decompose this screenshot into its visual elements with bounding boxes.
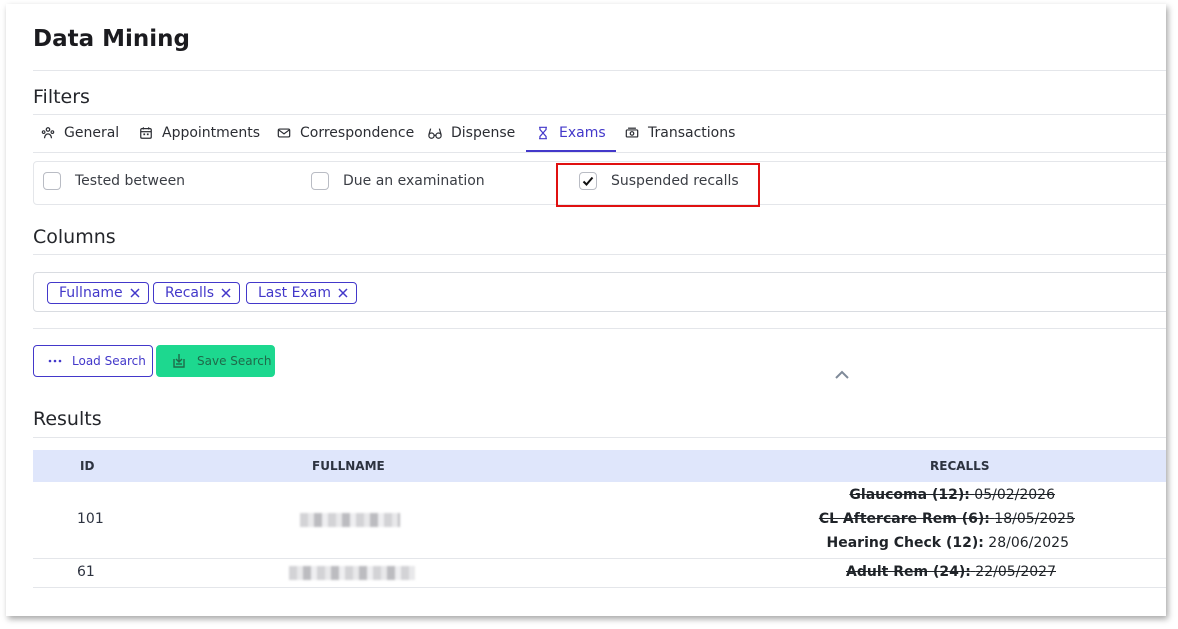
recall-name: CL Aftercare Rem (6):	[818, 511, 990, 527]
tab-label: Dispense	[451, 125, 516, 141]
tab-label: Appointments	[162, 125, 261, 141]
remove-chip-icon[interactable]	[130, 288, 140, 298]
recall-date: 22/05/2027	[975, 564, 1056, 580]
divider	[33, 328, 1166, 329]
highlight-box	[556, 163, 760, 207]
recall-name: Glaucoma (12):	[849, 487, 970, 503]
tab-exams[interactable]: Exams	[526, 114, 616, 152]
cash-icon	[625, 127, 639, 138]
redacted-fullname	[289, 566, 415, 580]
divider	[33, 152, 1166, 153]
cell-id: 61	[77, 564, 95, 580]
columns-heading: Columns	[33, 226, 116, 248]
column-chip-recalls: Recalls	[153, 282, 241, 304]
chip-label: Fullname	[59, 285, 123, 301]
button-label: Load Search	[72, 354, 146, 368]
tab-transactions[interactable]: Transactions	[625, 114, 735, 152]
tab-label: Transactions	[648, 125, 736, 141]
option-tested-between[interactable]: Tested between	[43, 172, 185, 190]
results-heading: Results	[33, 408, 102, 430]
tab-label: General	[64, 125, 120, 141]
chip-label: Last Exam	[258, 285, 331, 301]
envelope-icon	[277, 128, 291, 138]
cell-id: 101	[77, 511, 104, 527]
checkbox[interactable]	[311, 172, 329, 190]
table-row[interactable]: 61 Adult Rem (24): 22/05/2027	[33, 559, 1166, 588]
divider	[33, 437, 1166, 438]
tab-correspondence[interactable]: Correspondence	[277, 114, 414, 152]
glasses-icon	[428, 128, 442, 139]
recall-name: Hearing Check (12):	[826, 535, 984, 551]
column-header-id[interactable]: ID	[80, 459, 94, 473]
column-chip-fullname: Fullname	[47, 282, 149, 304]
remove-chip-icon[interactable]	[221, 288, 231, 298]
ellipsis-icon	[48, 359, 62, 363]
divider	[33, 254, 1166, 255]
recall-name: Adult Rem (24):	[846, 564, 971, 580]
save-download-icon	[173, 354, 185, 368]
chevron-up-icon[interactable]	[834, 365, 850, 384]
recall-entry: CL Aftercare Rem (6): 18/05/2025	[819, 511, 1075, 527]
recall-date: 28/06/2025	[988, 535, 1069, 551]
recall-date: 05/02/2026	[974, 487, 1055, 503]
save-search-button[interactable]: Save Search	[156, 345, 275, 377]
tab-label: Correspondence	[300, 125, 415, 141]
filters-heading: Filters	[33, 86, 90, 108]
recall-entry: Glaucoma (12): 05/02/2026	[849, 487, 1055, 503]
tab-appointments[interactable]: Appointments	[139, 114, 260, 152]
recall-date: 18/05/2025	[994, 511, 1075, 527]
option-label: Due an examination	[343, 173, 485, 189]
columns-select[interactable]: Fullname Recalls Last Exam	[33, 272, 1166, 312]
tab-dispense[interactable]: Dispense	[428, 114, 515, 152]
page-title: Data Mining	[33, 26, 191, 52]
results-table-header: ID FULLNAME RECALLS	[33, 450, 1166, 482]
load-search-button[interactable]: Load Search	[33, 345, 153, 377]
remove-chip-icon[interactable]	[338, 288, 348, 298]
table-row[interactable]: 101 Glaucoma (12): 05/02/2026 CL Afterca…	[33, 482, 1166, 559]
data-mining-panel: Data Mining Filters General Appointments	[6, 4, 1166, 616]
calendar-icon	[140, 127, 152, 139]
tab-general[interactable]: General	[41, 114, 119, 152]
column-header-recalls[interactable]: RECALLS	[930, 459, 989, 473]
hourglass-icon	[539, 126, 547, 140]
column-header-fullname[interactable]: FULLNAME	[312, 459, 385, 473]
filter-tabs: General Appointments Correspondence Disp…	[33, 114, 1166, 152]
checkbox[interactable]	[43, 172, 61, 190]
recall-entry: Adult Rem (24): 22/05/2027	[846, 564, 1056, 580]
recall-entry: Hearing Check (12): 28/06/2025	[827, 535, 1069, 551]
option-due-an-examination[interactable]: Due an examination	[311, 172, 485, 190]
option-label: Tested between	[75, 173, 186, 189]
column-chip-last-exam: Last Exam	[246, 282, 357, 304]
redacted-fullname	[300, 513, 400, 527]
button-label: Save Search	[197, 354, 272, 368]
chip-label: Recalls	[165, 285, 215, 301]
divider	[33, 70, 1166, 71]
people-icon	[41, 127, 55, 139]
tab-label: Exams	[559, 125, 606, 141]
